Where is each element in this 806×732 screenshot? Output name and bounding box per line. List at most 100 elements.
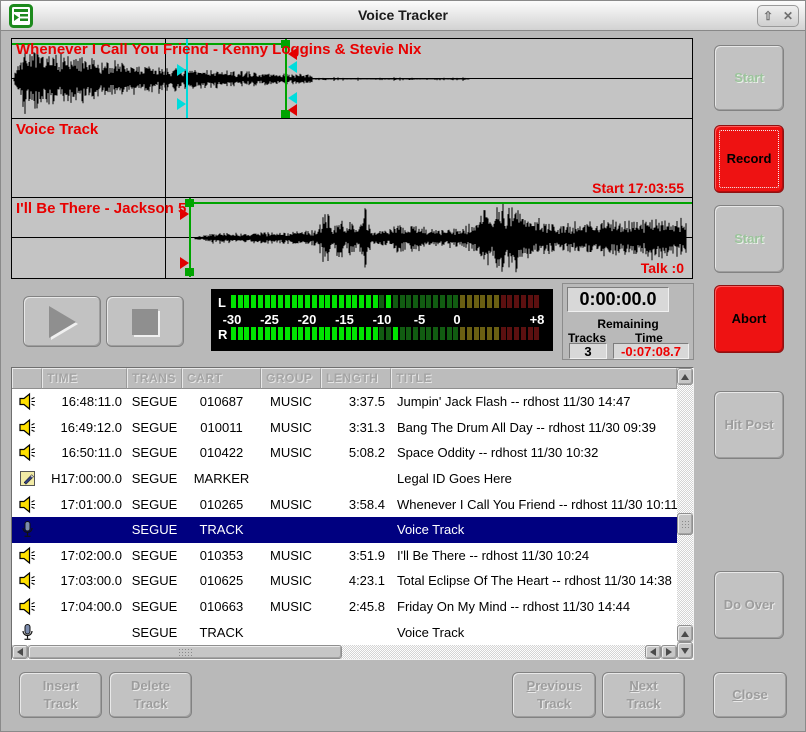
meter-segment <box>298 295 303 308</box>
start-marker-handle[interactable] <box>185 268 194 276</box>
cell-group: MUSIC <box>261 497 321 512</box>
record-button[interactable]: Record <box>714 125 784 193</box>
cell-time: 16:49:12.0 <box>42 420 127 435</box>
title-bar[interactable]: Voice Tracker ⇧ ✕ <box>1 1 805 31</box>
meter-segment <box>305 327 310 340</box>
cell-title: Voice Track <box>391 625 677 640</box>
end-marker-handle-icon[interactable] <box>288 104 297 116</box>
speaker-icon <box>18 495 37 514</box>
meter-segment <box>278 295 283 308</box>
track-after[interactable]: I'll Be There - Jackson 5 Talk :0 <box>12 198 692 277</box>
play-button[interactable] <box>23 296 101 347</box>
meter-right-label: R <box>218 327 227 342</box>
meter-segment <box>534 327 539 340</box>
abort-button[interactable]: Abort <box>714 285 784 353</box>
table-row[interactable]: 17:04:00.0SEGUE010663MUSIC2:45.8Friday O… <box>12 594 677 620</box>
log-table-body: 16:48:11.0SEGUE010687MUSIC3:37.5Jumpin' … <box>12 389 677 645</box>
next-track-button[interactable]: Next Track <box>602 672 685 718</box>
talk-marker-handle-icon[interactable] <box>177 64 186 76</box>
scroll-up-button-2[interactable] <box>677 625 693 642</box>
start-track3-button[interactable]: Start <box>714 205 784 273</box>
track-before[interactable]: Whenever I Call You Friend - Kenny Loggi… <box>12 39 692 119</box>
column-header: TITLE <box>391 368 677 389</box>
scroll-left-button[interactable] <box>12 645 28 659</box>
hit-post-button[interactable]: Hit Post <box>714 391 784 459</box>
start-marker-handle[interactable] <box>185 199 194 207</box>
scroll-up-button[interactable] <box>677 368 693 385</box>
talk-counter: Talk :0 <box>641 260 684 276</box>
scroll-right-button[interactable] <box>661 645 677 659</box>
start-marker-handle-icon[interactable] <box>180 257 189 269</box>
table-row[interactable]: SEGUETRACKVoice Track <box>12 517 677 543</box>
meter-segment <box>265 327 270 340</box>
previous-track-button[interactable]: Previous Track <box>512 672 596 718</box>
meter-segment <box>447 327 452 340</box>
cell-length: 3:31.3 <box>321 420 391 435</box>
cell-time: 16:48:11.0 <box>42 394 127 409</box>
cell-cart: 010353 <box>182 548 261 563</box>
vertical-scrollbar[interactable] <box>677 368 693 659</box>
shade-window-icon[interactable]: ⇧ <box>759 7 777 25</box>
start-marker-line[interactable] <box>189 198 191 277</box>
talk-marker-handle-icon[interactable] <box>177 98 186 110</box>
meter-scale-label: -20 <box>298 312 317 327</box>
table-row[interactable]: 17:03:00.0SEGUE010625MUSIC4:23.1Total Ec… <box>12 568 677 594</box>
meter-segment <box>319 327 324 340</box>
table-row[interactable]: 17:02:00.0SEGUE010353MUSIC3:51.9I'll Be … <box>12 543 677 569</box>
insert-track-button[interactable]: Insert Track <box>19 672 102 718</box>
track-voice[interactable]: Voice Track Start 17:03:55 <box>12 119 692 198</box>
speaker-icon <box>18 443 37 462</box>
meter-segment <box>460 295 465 308</box>
talk-end-handle-icon[interactable] <box>288 61 297 73</box>
cell-cart: MARKER <box>182 471 261 486</box>
table-row[interactable]: 16:50:11.0SEGUE010422MUSIC5:08.2Space Od… <box>12 440 677 466</box>
meter-segment <box>332 295 337 308</box>
cell-icon <box>12 571 42 590</box>
horizontal-scrollbar-thumb[interactable] <box>28 645 342 659</box>
scroll-down-button[interactable] <box>677 642 693 659</box>
horizontal-scrollbar[interactable] <box>12 645 677 659</box>
meter-segment <box>373 295 378 308</box>
cell-title: Whenever I Call You Friend -- rdhost 11/… <box>391 497 677 512</box>
meter-segment <box>521 327 526 340</box>
meter-segment <box>292 295 297 308</box>
meter-segment <box>406 327 411 340</box>
talk-end-handle-icon[interactable] <box>288 92 297 104</box>
table-row[interactable]: H17:00:00.0SEGUEMARKERLegal ID Goes Here <box>12 466 677 492</box>
cell-time: 17:02:00.0 <box>42 548 127 563</box>
cell-title: Jumpin' Jack Flash -- rdhost 11/30 14:47 <box>391 394 677 409</box>
cell-length: 4:23.1 <box>321 573 391 588</box>
close-button[interactable]: Close <box>713 672 787 718</box>
meter-scale-label: +8 <box>530 312 545 327</box>
delete-track-button[interactable]: Delete Track <box>109 672 192 718</box>
vertical-scrollbar-thumb[interactable] <box>677 513 693 535</box>
scroll-left-button-2[interactable] <box>645 645 661 659</box>
meter-scale-label: -25 <box>260 312 279 327</box>
track-title-before: Whenever I Call You Friend - Kenny Loggi… <box>16 41 421 58</box>
meter-scale-label: -10 <box>373 312 392 327</box>
cell-length: 2:45.8 <box>321 599 391 614</box>
meter-segment <box>534 295 539 308</box>
meter-segment <box>359 295 364 308</box>
meter-segment <box>474 295 479 308</box>
meter-segment <box>433 327 438 340</box>
cell-cart: TRACK <box>182 522 261 537</box>
meter-segment <box>400 327 405 340</box>
play-icon <box>49 306 76 338</box>
do-over-button[interactable]: Do Over <box>714 571 784 639</box>
button-label: Record <box>727 150 772 168</box>
gain-envelope-line[interactable] <box>189 202 692 204</box>
meter-segment <box>265 295 270 308</box>
column-header: GROUP <box>261 368 321 389</box>
close-window-icon[interactable]: ✕ <box>779 7 797 25</box>
table-row[interactable]: 17:01:00.0SEGUE010265MUSIC3:58.4Whenever… <box>12 491 677 517</box>
stop-button[interactable] <box>106 296 184 347</box>
table-row[interactable]: 16:49:12.0SEGUE010011MUSIC3:31.3Bang The… <box>12 415 677 441</box>
table-row[interactable]: 16:48:11.0SEGUE010687MUSIC3:37.5Jumpin' … <box>12 389 677 415</box>
cell-icon <box>12 495 42 514</box>
start-track1-button[interactable]: Start <box>714 45 784 111</box>
cell-cart: 010011 <box>182 420 261 435</box>
meter-segment <box>494 295 499 308</box>
meter-segment <box>312 295 317 308</box>
table-row[interactable]: SEGUETRACKVoice Track <box>12 619 677 645</box>
